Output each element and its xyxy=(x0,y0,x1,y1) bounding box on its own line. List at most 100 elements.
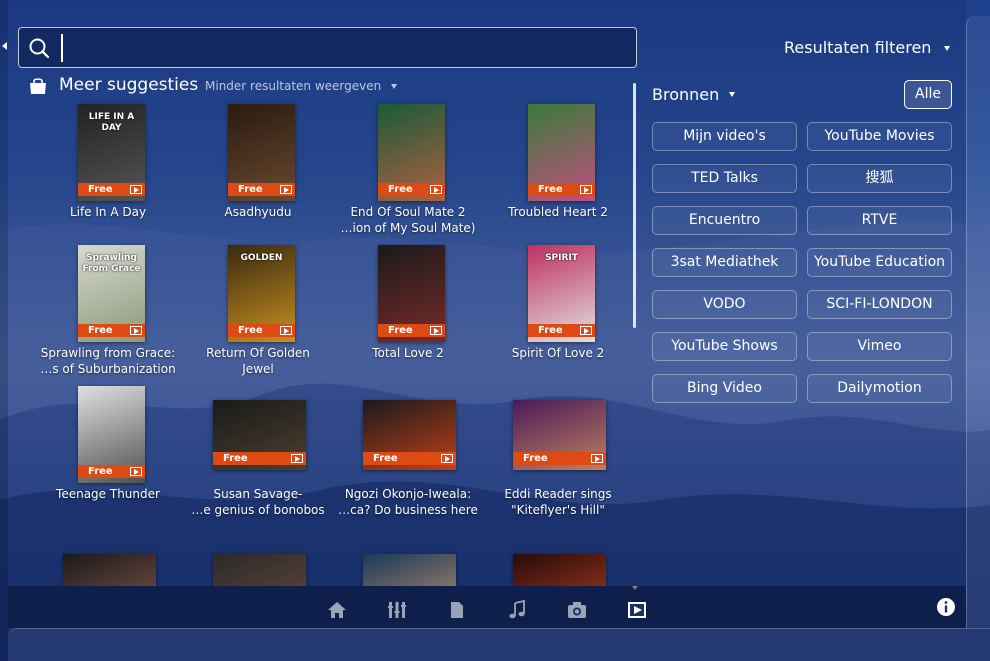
free-badge: Free xyxy=(528,183,595,196)
poster-text: LIFE IN A DAY xyxy=(88,112,135,133)
chevron-down-icon xyxy=(944,46,950,51)
result-title-line: Return Of Golden xyxy=(206,346,310,360)
result-tile[interactable]: GOLDEN Free Return Of Golden Jewel xyxy=(183,245,333,385)
result-title-line: …e genius of bonobos xyxy=(191,503,325,517)
result-thumbnail[interactable]: Free xyxy=(528,104,595,201)
free-badge: Free xyxy=(363,452,456,465)
photos-icon[interactable] xyxy=(567,600,587,620)
source-filter-button[interactable]: VODO xyxy=(652,290,797,319)
home-icon[interactable] xyxy=(327,600,347,620)
result-tile[interactable] xyxy=(183,540,333,586)
free-badge: Free xyxy=(78,324,145,337)
source-filter-button[interactable]: Bing Video xyxy=(652,374,797,403)
result-title: Eddi Reader sings "Kiteflyer's Hill" xyxy=(483,486,633,518)
result-tile[interactable]: Sprawling From Grace Free Sprawling from G… xyxy=(33,245,183,385)
result-tile[interactable]: Free Ngozi Okonjo-Iweala: …ca? Do business… xyxy=(333,386,483,526)
source-filter-button[interactable]: Mijn video's xyxy=(652,122,797,151)
free-label: Free xyxy=(238,184,263,195)
source-filter-button[interactable]: YouTube Movies xyxy=(807,122,952,151)
source-filter-button[interactable]: SCI-FI-LONDON xyxy=(807,290,952,319)
source-filter-button[interactable]: Vimeo xyxy=(807,332,952,361)
free-badge: Free xyxy=(528,324,595,337)
result-title: Life In A Day xyxy=(33,204,183,220)
free-badge: Free xyxy=(513,452,606,465)
source-filter-button[interactable]: RTVE xyxy=(807,206,952,235)
scrollbar-thumb[interactable] xyxy=(633,83,636,328)
result-tile[interactable]: Free Susan Savage- …e genius of bonobos xyxy=(183,386,333,526)
play-icon xyxy=(430,185,442,194)
chevron-down-icon xyxy=(729,92,735,97)
play-icon xyxy=(430,326,442,335)
result-tile[interactable]: Free End Of Soul Mate 2 …ion of My Soul Ma… xyxy=(333,104,483,244)
result-title-line: Asadhyudu xyxy=(224,205,292,219)
result-title: Susan Savage- …e genius of bonobos xyxy=(183,486,333,518)
source-filter-button[interactable]: 3sat Mediathek xyxy=(652,248,797,277)
source-filter-button[interactable]: Dailymotion xyxy=(807,374,952,403)
result-tile[interactable]: SPIRIT Free Spirit Of Love 2 xyxy=(483,245,633,385)
result-thumbnail[interactable]: Free xyxy=(363,400,456,470)
results-grid: LIFE IN A DAY Free Life In A Day Free Asadhy… xyxy=(0,0,640,586)
result-thumbnail[interactable]: Sprawling From Grace Free xyxy=(78,245,145,342)
result-title-line: Susan Savage- xyxy=(213,487,303,501)
result-thumbnail[interactable]: Free xyxy=(378,245,445,342)
result-title: End Of Soul Mate 2 …ion of My Soul Mate) xyxy=(333,204,483,236)
result-tile[interactable]: Free Eddi Reader sings "Kiteflyer's Hill" xyxy=(483,386,633,526)
info-icon[interactable] xyxy=(936,597,956,617)
applications-icon[interactable] xyxy=(387,600,407,620)
result-tile[interactable]: Free Total Love 2 xyxy=(333,245,483,385)
video-icon[interactable] xyxy=(627,600,647,620)
result-title-line: Life In A Day xyxy=(69,205,147,219)
result-tile[interactable] xyxy=(33,540,183,586)
music-icon[interactable] xyxy=(507,599,527,620)
free-label: Free xyxy=(538,184,563,195)
result-title-line: Jewel xyxy=(242,362,274,376)
result-thumbnail[interactable]: Free xyxy=(228,104,295,201)
poster-text: SPIRIT xyxy=(545,253,578,263)
source-filter-button[interactable]: Encuentro xyxy=(652,206,797,235)
result-tile[interactable]: Free Asadhyudu xyxy=(183,104,333,244)
result-thumbnail[interactable]: SPIRIT Free xyxy=(528,245,595,342)
result-tile[interactable] xyxy=(483,540,633,586)
window-edge-right xyxy=(966,16,990,628)
result-thumbnail[interactable]: Free xyxy=(513,400,606,470)
lens-bar xyxy=(8,586,966,628)
poster-text: GOLDEN xyxy=(240,253,283,263)
result-tile[interactable] xyxy=(333,540,483,586)
result-thumbnail[interactable] xyxy=(63,554,156,586)
play-icon xyxy=(441,454,453,463)
files-icon[interactable] xyxy=(447,600,467,620)
result-thumbnail[interactable]: LIFE IN A DAY Free xyxy=(78,104,145,201)
result-thumbnail[interactable]: Free xyxy=(213,400,306,470)
source-filter-button[interactable]: TED Talks xyxy=(652,164,797,193)
free-badge: Free xyxy=(378,183,445,196)
poster-text: Sprawling From Grace xyxy=(82,253,141,274)
result-tile[interactable]: Free Teenage Thunder xyxy=(33,386,183,526)
result-thumbnail[interactable] xyxy=(363,554,456,586)
result-tile[interactable]: Free Troubled Heart 2 xyxy=(483,104,633,244)
free-badge: Free xyxy=(228,324,295,337)
result-thumbnail[interactable] xyxy=(513,554,606,586)
source-filter-button[interactable]: YouTube Education xyxy=(807,248,952,277)
thumbnail-image xyxy=(213,554,306,586)
source-filter-button[interactable]: YouTube Shows xyxy=(652,332,797,361)
result-title-line: …ion of My Soul Mate) xyxy=(340,221,476,235)
result-thumbnail[interactable] xyxy=(213,554,306,586)
result-title-line: End Of Soul Mate 2 xyxy=(350,205,466,219)
sources-label[interactable]: Bronnen xyxy=(652,85,719,104)
result-thumbnail[interactable]: Free xyxy=(378,104,445,201)
source-filter-button[interactable]: 搜狐 xyxy=(807,164,952,193)
play-icon xyxy=(591,454,603,463)
free-badge: Free xyxy=(78,465,145,478)
filter-results-toggle[interactable]: Resultaten filteren xyxy=(784,38,931,57)
result-title: Troubled Heart 2 xyxy=(483,204,633,220)
result-title: Ngozi Okonjo-Iweala: …ca? Do business her… xyxy=(333,486,483,518)
result-tile[interactable]: LIFE IN A DAY Free Life In A Day xyxy=(33,104,183,244)
result-title-line: Spirit Of Love 2 xyxy=(511,346,605,360)
free-label: Free xyxy=(88,325,113,336)
result-title-line: "Kiteflyer's Hill" xyxy=(511,503,605,517)
result-thumbnail[interactable]: Free xyxy=(78,386,145,483)
all-sources-button[interactable]: Alle xyxy=(904,80,952,109)
play-icon xyxy=(130,326,142,335)
result-thumbnail[interactable]: GOLDEN Free xyxy=(228,245,295,342)
thumbnail-image xyxy=(513,554,606,586)
